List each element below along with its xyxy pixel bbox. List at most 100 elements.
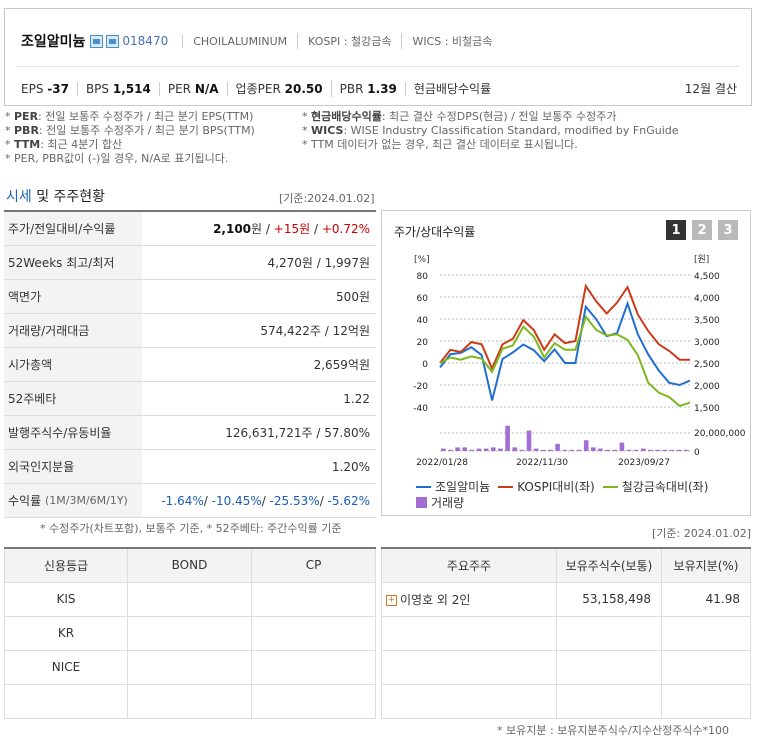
chart-tab-3[interactable]: 3	[718, 220, 738, 240]
legend-swatch-price	[416, 485, 431, 488]
holder-cell[interactable]: + 이영호 외 2인	[381, 581, 557, 617]
col-shares: 보유주식수(보통)	[556, 547, 662, 583]
agency-kr: KR	[4, 615, 128, 651]
empty-cell	[381, 649, 557, 685]
y-right-tick: 2,500	[694, 360, 720, 370]
english-name: CHOILALUMINUM	[182, 34, 297, 48]
return-1m: -1.64%	[161, 493, 204, 508]
table-row: KR	[4, 615, 376, 651]
stats-value: 4,270원 / 1,997원	[267, 256, 370, 270]
section-title-b: 및 주주현황	[31, 189, 106, 205]
table-row	[381, 683, 751, 719]
chart-title: 주가/상대수익률	[394, 225, 476, 239]
stats-value: 1.20%	[331, 459, 370, 474]
note-key: PBR	[14, 124, 39, 137]
volume-tick: 0	[694, 448, 700, 458]
stock-code: 018470	[122, 34, 169, 48]
legend-swatch-volume	[416, 497, 427, 508]
price-stats-table: 주가/전일대비/수익률 2,100원 / +15원 / +0.72% 52Wee…	[4, 210, 376, 518]
expand-icon[interactable]: +	[386, 594, 397, 606]
col-cp: CP	[251, 547, 376, 583]
pbr-item: PBR 1.39	[340, 81, 406, 96]
stats-row: 거래량/거래대금 574,422주 / 12억원	[4, 314, 376, 348]
volume-bar	[526, 430, 532, 451]
holders-header-row: 주요주주 보유주식수(보통) 보유지분(%)	[381, 547, 751, 583]
note-key: TTM	[14, 138, 41, 151]
bps-item: BPS 1,514	[86, 81, 160, 96]
note-key: PER	[14, 110, 39, 123]
legend-kospi: KOSPI대비(좌)	[517, 480, 595, 494]
bps-value: 1,514	[112, 81, 151, 96]
stats-label: 거래량/거래대금	[4, 314, 142, 347]
industry-per-value: 20.50	[284, 82, 323, 96]
empty-cell	[127, 683, 252, 719]
table-row	[4, 683, 376, 719]
empty-cell	[556, 649, 662, 685]
price-value: 2,100	[213, 222, 252, 236]
note-text: PER, PBR값이 (-)일 경우, N/A로 표기됩니다.	[14, 152, 229, 165]
note-dividend: * 현금배당수익률: 최근 결산 수정DPS(현금) / 전일 보통주 수정주가	[302, 110, 617, 123]
stats-row: 주가/전일대비/수익률 2,100원 / +15원 / +0.72%	[4, 212, 376, 246]
y-right-tick: 3,500	[694, 316, 720, 326]
volume-bar	[612, 449, 617, 451]
pbr-value: 1.39	[367, 81, 397, 96]
volume-bar	[483, 448, 489, 451]
stats-row: 발행주식수/유동비율 126,631,721주 / 57.80%	[4, 416, 376, 450]
y-left-tick: -40	[413, 404, 428, 414]
bond-cell	[127, 581, 252, 617]
returns-period: (1M/3M/6M/1Y)	[44, 494, 128, 507]
legend-row-1: 조일알미늄 KOSPI대비(좌) 철강금속대비(좌)	[416, 478, 708, 495]
return-6m: -25.53%	[269, 493, 320, 508]
section-title-a: 시세	[6, 189, 32, 205]
home-icon[interactable]	[90, 34, 104, 48]
volume-bar	[512, 447, 517, 451]
shareholders-table: 주요주주 보유주식수(보통) 보유지분(%) + 이영호 외 2인 53,158,…	[381, 547, 751, 719]
volume-bar	[441, 448, 446, 451]
volume-bar	[562, 449, 567, 451]
return-1y: -5.62%	[327, 493, 370, 508]
volume-bar	[469, 449, 475, 451]
holder-name[interactable]: 이영호 외 2인	[400, 593, 470, 607]
wics-sector: WICS : 비철금속	[401, 33, 502, 49]
volume-bar	[541, 449, 546, 451]
table-row: NICE	[4, 649, 376, 685]
stats-label: 52Weeks 최고/최저	[4, 246, 142, 279]
ir-icon[interactable]	[106, 34, 120, 48]
market-sector: KOSPI : 철강금속	[297, 33, 401, 49]
credit-rating-table: 신용등급 BOND CP KIS KR NICE	[4, 547, 376, 719]
note-text: TTM 데이터가 없는 경우, 최근 결산 데이터로 표시됩니다.	[311, 138, 578, 151]
y-left-tick: -20	[413, 382, 428, 392]
volume-bar	[555, 443, 560, 451]
volume-bar	[676, 449, 682, 451]
volume-bar	[683, 449, 689, 451]
y-left-tick: 80	[417, 272, 429, 282]
legend-volume: 거래량	[431, 496, 465, 510]
empty-cell	[381, 683, 557, 719]
chart-tab-2[interactable]: 2	[692, 220, 712, 240]
volume-bar	[655, 449, 660, 451]
chart-tab-1[interactable]: 1	[666, 220, 686, 240]
cp-cell	[251, 581, 376, 617]
volume-bar	[462, 447, 467, 451]
valuation-row: EPS -37 BPS 1,514 PER N/A 업종PER 20.50 PB…	[21, 80, 507, 97]
table-row: KIS	[4, 581, 376, 617]
dividend-yield-label: 현금배당수익률	[413, 82, 492, 96]
x-tick: 2023/09/27	[618, 458, 670, 468]
y-right-tick: 3,000	[694, 338, 720, 348]
empty-cell	[661, 683, 751, 719]
price-unit: 원	[251, 222, 263, 236]
stats-label: 수익률 (1M/3M/6M/1Y)	[4, 484, 142, 517]
y-right-tick: 4,000	[694, 294, 720, 304]
volume-bar	[548, 449, 553, 451]
industry-per-item: 업종PER 20.50	[236, 80, 332, 97]
note-text: : 전일 보통주 수정주가 / 최근 분기 BPS(TTM)	[38, 124, 255, 137]
note-text: : 최근 결산 수정DPS(현금) / 전일 보통주 수정주가	[381, 110, 617, 123]
header-divider	[17, 66, 739, 67]
volume-bar	[533, 448, 539, 451]
stats-value: 1.22	[343, 391, 370, 406]
agency-nice: NICE	[4, 649, 128, 685]
y-right-tick: 1,500	[694, 404, 720, 414]
volume-bar	[569, 449, 575, 451]
y-right-unit: [원]	[694, 254, 709, 265]
stats-label: 외국인지분율	[4, 450, 142, 483]
